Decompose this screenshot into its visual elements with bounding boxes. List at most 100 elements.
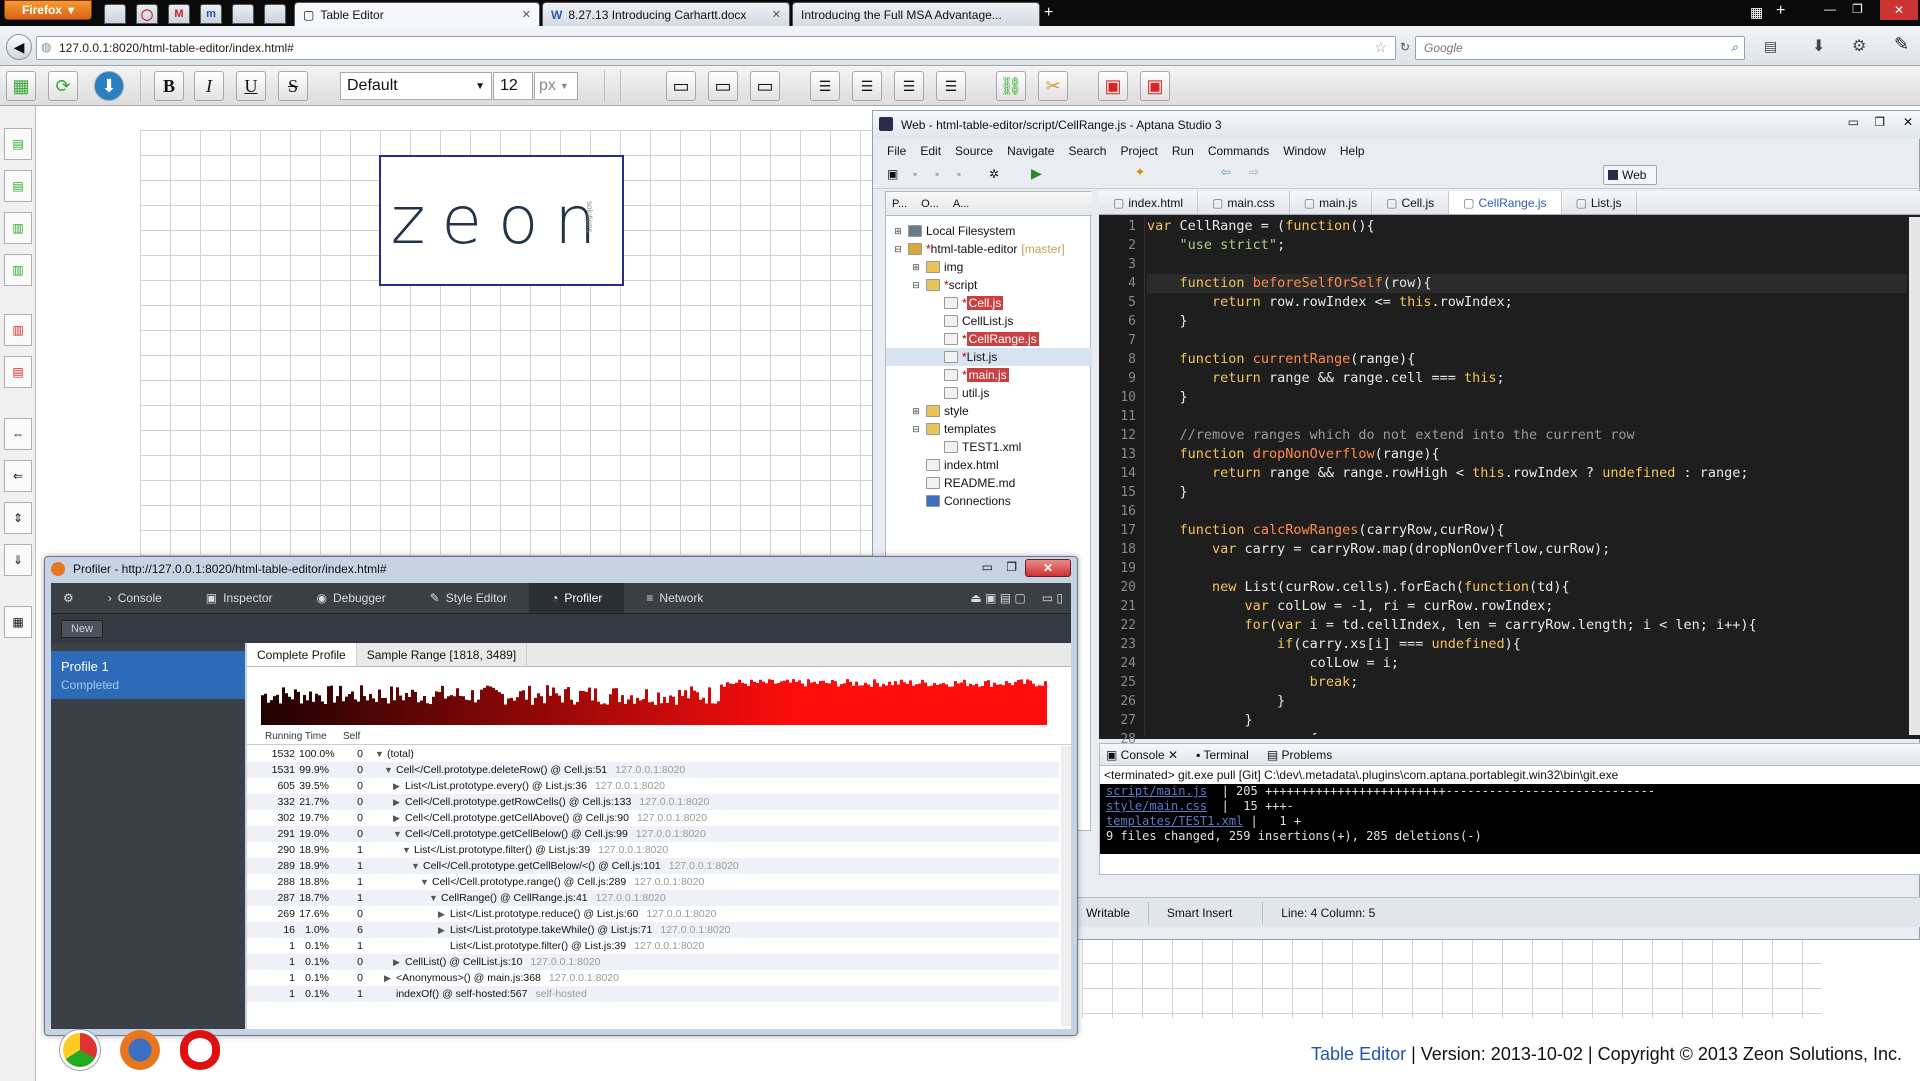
profile-row[interactable]: 1531 99.9% 0 ▼ Cell</Cell.prototype.deleteRo… — [247, 762, 1059, 778]
tree-item[interactable]: * List.js — [886, 348, 1092, 366]
profile-row[interactable]: 605 39.5% 0 ▶ List</List.prototype.every() @… — [247, 778, 1059, 794]
gear-icon[interactable]: ⚙ — [51, 591, 86, 605]
menu-navigate[interactable]: Navigate — [1007, 144, 1054, 158]
close-icon[interactable]: ✕ — [772, 8, 781, 21]
insert-column-right-icon[interactable]: ▥ — [4, 254, 32, 286]
underline-button[interactable]: U — [236, 71, 266, 101]
back-icon[interactable]: ⇦ — [1221, 165, 1231, 179]
editor-tab[interactable]: ▢ main.css — [1198, 191, 1290, 214]
align-left-icon[interactable]: ☰ — [810, 71, 840, 101]
expand-toggle-icon[interactable]: ⊟ — [892, 244, 904, 255]
editor-tab[interactable]: ▢ index.html — [1099, 191, 1199, 214]
feed-icon[interactable]: ✎ — [1894, 34, 1909, 55]
unit-select[interactable]: px ▼ — [534, 72, 578, 100]
border-top-icon[interactable]: ▭ — [666, 71, 696, 101]
profile-row[interactable]: 289 18.9% 1 ▼ Cell</Cell.prototype.getCellBe… — [247, 858, 1059, 874]
close-icon[interactable]: ✕ — [1025, 559, 1071, 577]
bookmark-star-icon[interactable]: ☆ — [1374, 39, 1387, 56]
new-icon[interactable]: ▣ — [887, 167, 898, 181]
profile-row[interactable]: 291 19.0% 0 ▼ Cell</Cell.prototype.getCellBe… — [247, 826, 1059, 842]
menu-commands[interactable]: Commands — [1208, 144, 1269, 158]
add-tab-icon[interactable]: + — [1776, 2, 1785, 20]
minimize-icon[interactable]: ▭ — [1848, 115, 1859, 129]
run-icon[interactable]: ▶ — [1031, 165, 1042, 182]
pinned-tab-gmail[interactable]: M — [168, 4, 190, 24]
tree-item[interactable]: ⊞ Local Filesystem — [886, 222, 1092, 240]
tab-list-icon[interactable]: ▦ — [1750, 4, 1763, 21]
firefox-menu-button[interactable]: Firefox ▾ — [4, 0, 92, 20]
menu-project[interactable]: Project — [1120, 144, 1157, 158]
border-bottom-icon[interactable]: ▭ — [750, 71, 780, 101]
code-area[interactable]: var CellRange = (function(){ "use strict… — [1147, 217, 1907, 735]
browser-tab-table-editor[interactable]: ▢ Table Editor ✕ — [294, 2, 540, 26]
back-arrow-icon[interactable]: ◀ — [6, 34, 32, 60]
shrink-horizontal-icon[interactable]: ⇐ — [4, 460, 32, 492]
font-size-input[interactable]: 12 — [493, 72, 533, 100]
download-icon[interactable]: ⬇ — [1812, 36, 1825, 56]
profile-row[interactable]: 1 0.1% 1 List</List.prototype.filter() @ Li… — [247, 938, 1059, 954]
console-file-link[interactable]: script/main.js — [1106, 784, 1207, 798]
grid-icon[interactable]: ▦ — [4, 606, 32, 638]
profile-row[interactable]: 1532 100.0% 0 ▼ (total) — [247, 746, 1059, 762]
url-field[interactable]: ◍ 127.0.0.1:8020/html-table-editor/index… — [36, 36, 1396, 60]
console-output[interactable]: script/main.js | 205 +++++++++++++++++++… — [1100, 784, 1920, 854]
wand-icon[interactable]: ✦ — [1135, 165, 1145, 179]
expand-toggle-icon[interactable]: ▼ — [375, 746, 387, 762]
menu-help[interactable]: Help — [1340, 144, 1365, 158]
profile-row[interactable]: 332 21.7% 0 ▶ Cell</Cell.prototype.getRowCel… — [247, 794, 1059, 810]
save-icon[interactable]: ▪ — [913, 167, 917, 181]
tree-item[interactable]: TEST1.xml — [886, 438, 1092, 456]
window-close-icon[interactable]: ✕ — [1880, 0, 1918, 20]
tab-sample-range[interactable]: Sample Range [1818, 3489] — [357, 643, 528, 666]
profile-scrollbar[interactable] — [1061, 746, 1071, 1026]
italic-button[interactable]: I — [194, 71, 224, 101]
bookmarks-icon[interactable]: ▤ — [1764, 38, 1777, 55]
devtools-tab[interactable]: ◉ Debugger — [295, 583, 408, 613]
menu-window[interactable]: Window — [1283, 144, 1326, 158]
col-running-time[interactable]: Running Time — [265, 731, 327, 742]
devtools-tab[interactable]: ▣ Inspector — [184, 583, 295, 613]
search-input[interactable]: Google ⌕ — [1415, 36, 1745, 60]
tab-console[interactable]: ▣ Console ✕ — [1106, 748, 1178, 762]
profile-row[interactable]: 269 17.6% 0 ▶ List</List.prototype.reduce() … — [247, 906, 1059, 922]
web-perspective-button[interactable]: Web — [1603, 165, 1657, 185]
delete-column-icon[interactable]: ▥ — [4, 314, 32, 346]
print-icon[interactable]: ▪ — [957, 167, 961, 181]
close-icon[interactable]: ✕ — [1903, 115, 1913, 129]
expand-vertical-icon[interactable]: ⇕ — [4, 502, 32, 534]
maximize-icon[interactable]: ❐ — [1852, 2, 1863, 16]
delete-column-icon[interactable]: ▣ — [1140, 71, 1170, 101]
tree-item[interactable]: index.html — [886, 456, 1092, 474]
pinned-tab-1[interactable] — [104, 4, 126, 24]
expand-toggle-icon[interactable]: ▼ — [384, 762, 396, 778]
tab-outline[interactable]: O... — [921, 198, 939, 210]
tree-item[interactable]: ⊞ style — [886, 402, 1092, 420]
delete-row-icon[interactable]: ▣ — [1098, 71, 1128, 101]
tree-item[interactable]: ⊞ img — [886, 258, 1092, 276]
expand-toggle-icon[interactable]: ▶ — [393, 954, 405, 970]
tab-terminal[interactable]: ▪ Terminal — [1196, 748, 1249, 762]
editor-tab[interactable]: ▢ Cell.js — [1372, 191, 1450, 214]
font-family-select[interactable]: Default ▼ — [340, 72, 492, 100]
devtools-tab[interactable]: › Console — [86, 583, 184, 613]
debug-icon[interactable]: ✲ — [989, 167, 999, 181]
tab-project[interactable]: P... — [892, 198, 907, 210]
expand-toggle-icon[interactable]: ⊟ — [910, 280, 922, 291]
align-justify-icon[interactable]: ☰ — [936, 71, 966, 101]
footer-link[interactable]: Table Editor — [1311, 1044, 1406, 1064]
maximize-icon[interactable]: ❐ — [1874, 115, 1885, 129]
expand-toggle-icon[interactable]: ⊞ — [892, 226, 904, 237]
expand-toggle-icon[interactable]: ▶ — [384, 970, 396, 986]
profile-row[interactable]: 16 1.0% 6 ▶ List</List.prototype.takeWhile()… — [247, 922, 1059, 938]
reload-icon[interactable]: ↻ — [1400, 40, 1410, 54]
expand-toggle-icon[interactable]: ▶ — [438, 906, 450, 922]
expand-horizontal-icon[interactable]: ⇔ — [4, 418, 32, 450]
tree-item[interactable]: * CellRange.js — [886, 330, 1092, 348]
tree-item[interactable]: ⊟ * script — [886, 276, 1092, 294]
tree-item[interactable]: util.js — [886, 384, 1092, 402]
profile-item[interactable]: Profile 1 Completed — [51, 651, 245, 699]
expand-toggle-icon[interactable]: ▶ — [393, 778, 405, 794]
menu-edit[interactable]: Edit — [920, 144, 941, 158]
menu-source[interactable]: Source — [955, 144, 993, 158]
logo-cell[interactable]: zeon solutions — [379, 155, 624, 286]
